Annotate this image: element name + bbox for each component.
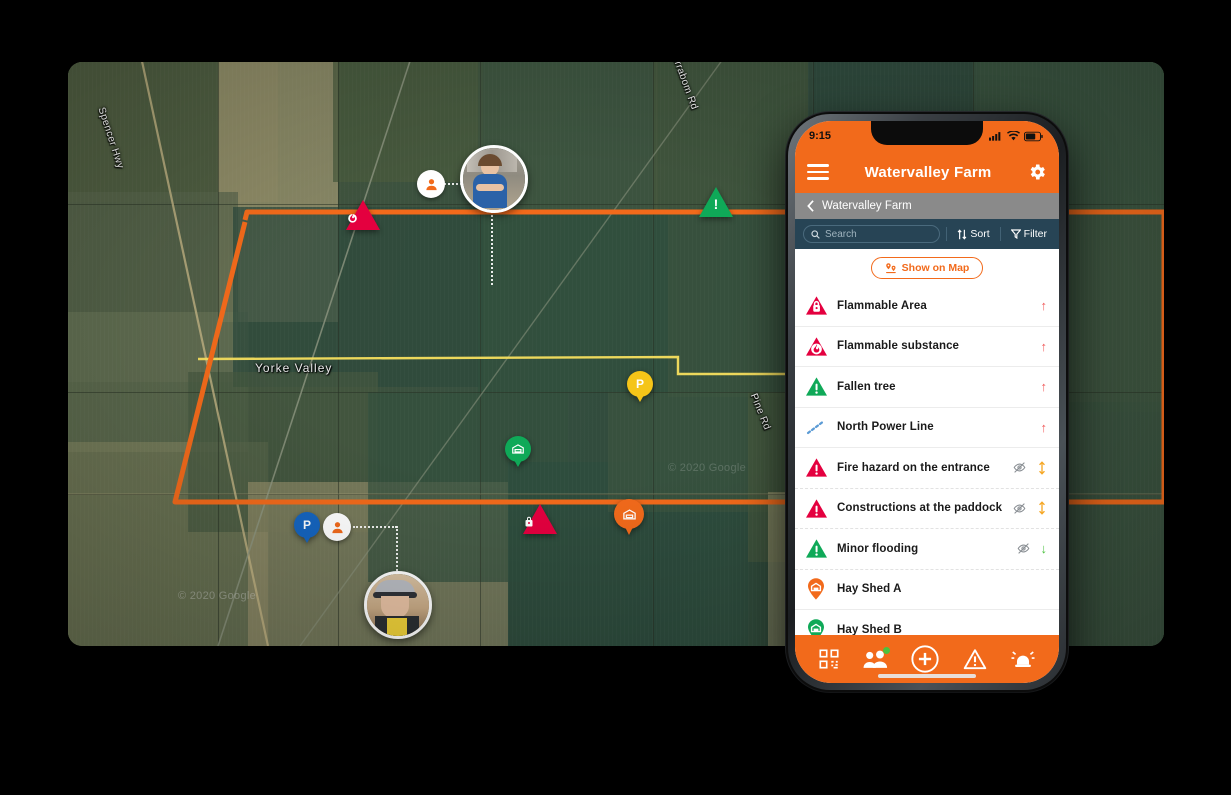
list-item-actions: [1013, 461, 1047, 475]
notification-badge: [882, 647, 890, 654]
sort-icon: [958, 228, 967, 240]
list-item-label: Constructions at the paddock: [837, 502, 1003, 515]
search-row: Search Sort Filter: [795, 219, 1059, 249]
page-title: Watervalley Farm: [864, 163, 992, 181]
list-item[interactable]: Flammable substance ↑: [795, 327, 1059, 367]
list-item[interactable]: Fallen tree ↑: [795, 367, 1059, 408]
people-group-icon[interactable]: [863, 647, 890, 669]
list-item[interactable]: Constructions at the paddock: [795, 489, 1059, 529]
show-on-map-row: Show on Map: [795, 249, 1059, 286]
list-item[interactable]: North Power Line ↑: [795, 408, 1059, 448]
sort-label: Sort: [970, 228, 990, 240]
warning-triangle-red-icon: [804, 496, 828, 520]
arrow-down-icon[interactable]: ↓: [1041, 542, 1048, 555]
list-item-actions: ↑: [1041, 340, 1048, 353]
warning-triangle-green-icon: [804, 375, 828, 399]
flammable-area-triangle-icon: [804, 294, 828, 318]
search-input[interactable]: Search: [803, 225, 941, 243]
signal-bars-icon: [989, 132, 1001, 141]
list-item-label: Flammable Area: [837, 299, 927, 312]
arrow-up-icon[interactable]: ↑: [1041, 380, 1048, 393]
phone-screen[interactable]: 9:15 Watervalley Farm Watervalley Farm S…: [795, 121, 1059, 683]
sort-button[interactable]: Sort: [953, 228, 993, 240]
filter-label: Filter: [1023, 228, 1047, 240]
list-item-label: North Power Line: [837, 421, 934, 434]
list-item[interactable]: Flammable Area ↑: [795, 286, 1059, 327]
eye-off-icon[interactable]: [1013, 502, 1026, 515]
add-plus-icon[interactable]: [910, 644, 940, 674]
list-item-actions: [1013, 501, 1047, 515]
search-placeholder: Search: [825, 228, 857, 240]
list-item-actions: ↑: [1041, 421, 1048, 434]
list-item-label: Hay Shed A: [837, 583, 902, 596]
home-indicator: [878, 674, 976, 678]
gear-icon[interactable]: [1027, 162, 1047, 182]
hazard-list[interactable]: Show on Map Flammable Area ↑ Flammable s…: [795, 249, 1059, 635]
filter-button[interactable]: Filter: [1007, 228, 1051, 240]
chevron-left-icon[interactable]: [807, 200, 814, 212]
warning-triangle-icon[interactable]: [963, 648, 987, 670]
app-bar: Watervalley Farm: [795, 151, 1059, 193]
list-item-label: Flammable substance: [837, 340, 960, 353]
list-item-label: Fire hazard on the entrance: [837, 461, 990, 474]
status-indicators: [989, 131, 1043, 142]
flammable-substance-triangle-icon: [804, 334, 828, 358]
map-pins-icon: [885, 262, 896, 273]
eye-off-icon[interactable]: [1013, 461, 1026, 474]
list-item-actions: ↑: [1041, 380, 1048, 393]
phone-notch: [871, 121, 983, 145]
breadcrumb-label: Watervalley Farm: [822, 200, 912, 212]
list-item-actions: ↓: [1017, 542, 1048, 555]
shed-pin-green-icon: [804, 618, 828, 635]
list-item-label: Fallen tree: [837, 380, 896, 393]
arrow-up-icon[interactable]: ↑: [1041, 421, 1048, 434]
list-item[interactable]: Hay Shed A: [795, 570, 1059, 610]
filter-icon: [1010, 229, 1021, 239]
screen-root: Spencer Hwy Wirrabom Rd Pine Rd Yorke Va…: [0, 0, 1231, 795]
hamburger-menu-icon[interactable]: [807, 164, 829, 180]
warning-triangle-green-icon: [804, 537, 828, 561]
battery-icon: [1024, 131, 1043, 141]
shed-pin-orange-icon: [804, 577, 828, 601]
show-on-map-button[interactable]: Show on Map: [870, 257, 984, 279]
arrow-up-down-icon[interactable]: [1037, 501, 1047, 515]
dashed-power-line-icon: [804, 415, 828, 439]
list-item-label: Minor flooding: [837, 542, 919, 555]
search-icon: [811, 229, 820, 239]
list-item[interactable]: Hay Shed B: [795, 610, 1059, 635]
wifi-icon: [1007, 131, 1020, 141]
breadcrumb[interactable]: Watervalley Farm: [795, 193, 1059, 219]
arrow-up-down-icon[interactable]: [1037, 461, 1047, 475]
warning-triangle-red-icon: [804, 456, 828, 480]
status-time: 9:15: [809, 130, 832, 142]
list-item[interactable]: Minor flooding ↓: [795, 529, 1059, 570]
phone-mockup: 9:15 Watervalley Farm Watervalley Farm S…: [786, 112, 1068, 692]
list-item[interactable]: Fire hazard on the entrance: [795, 448, 1059, 489]
sort-filter-divider: [999, 227, 1001, 241]
siren-alarm-icon[interactable]: [1010, 648, 1036, 670]
show-on-map-label: Show on Map: [901, 262, 970, 274]
list-item-label: Hay Shed B: [837, 623, 902, 635]
qr-code-icon[interactable]: [818, 648, 840, 670]
eye-off-icon[interactable]: [1017, 542, 1030, 555]
search-divider: [946, 227, 948, 241]
arrow-up-icon[interactable]: ↑: [1041, 340, 1048, 353]
list-item-actions: ↑: [1041, 299, 1048, 312]
arrow-up-icon[interactable]: ↑: [1041, 299, 1048, 312]
